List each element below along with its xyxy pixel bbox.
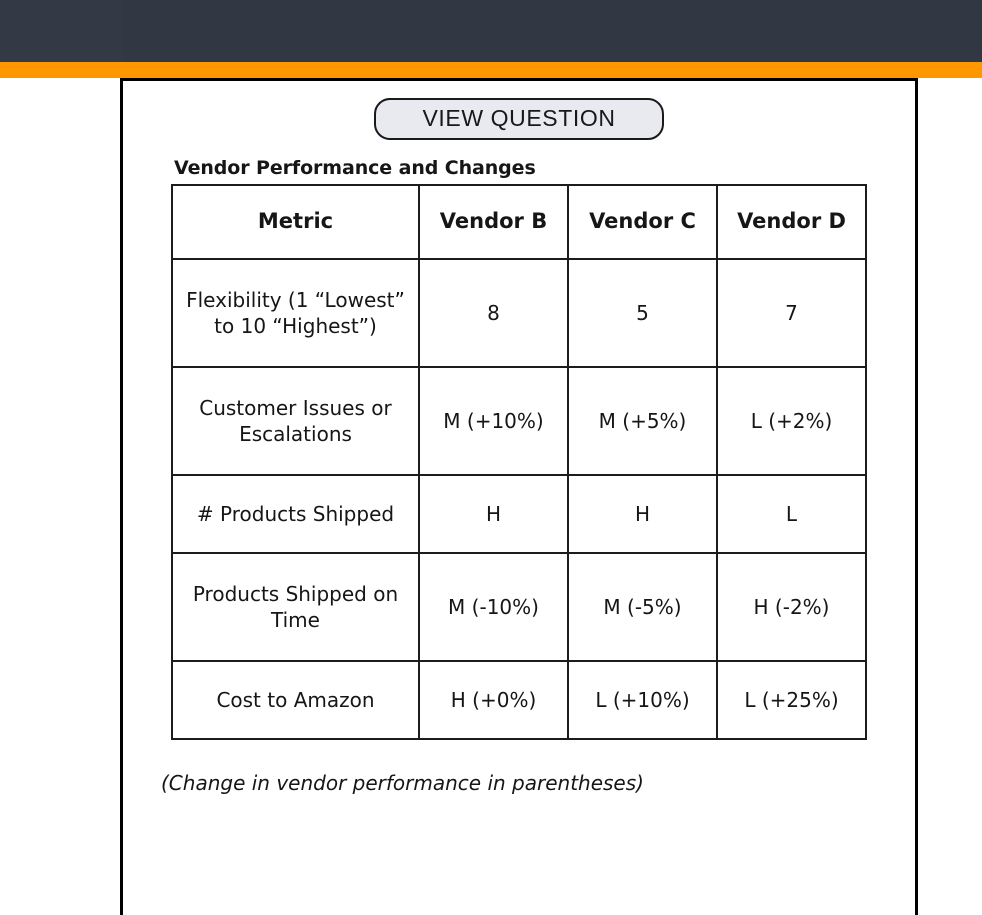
row-metric-label: # Products Shipped [171,474,420,554]
column-header-vendor-d-line2: D [828,209,846,234]
table-header-row: Metric Vendor B Vendor C Vendor D [171,184,867,260]
table-row: Cost to Amazon H (+0%) L (+10%) L (+25%) [171,660,867,740]
cell-value: L [750,409,762,433]
metric-line-2: Shipped [312,502,395,526]
column-header-vendor-c-line1: Vendor [589,209,674,234]
cell-vendor-b: M (+10%) [418,366,569,476]
cell-change: (-5%) [627,595,682,619]
cell-change: (-10%) [471,595,539,619]
column-header-vendor-b-line2: B [531,209,548,234]
metric-line-2: Shipped on [285,582,399,606]
cell-value: L [595,688,607,712]
cell-value: L [785,502,798,526]
cell-change: (+10%) [612,688,690,712]
table-caption: Vendor Performance and Changes [174,157,536,179]
metric-line-1: # Products [196,502,307,526]
cell-vendor-c: 5 [567,258,718,368]
top-navigation-bar [0,0,982,62]
metric-line-2: Amazon [293,688,375,712]
metric-line-3: Time [271,608,320,632]
cell-vendor-d: 7 [716,258,867,368]
cell-value: M [448,595,466,619]
cell-vendor-d: H (-2%) [716,552,867,662]
top-bar-left-segment [0,0,123,62]
cell-value: H [450,688,466,712]
column-header-metric: Metric [171,184,420,260]
cell-vendor-c: M (+5%) [567,366,718,476]
metric-line-3: 10 “Highest”) [240,314,377,338]
metric-line-3: Escalations [239,422,352,446]
cell-change: (+0%) [472,688,537,712]
table-row: Flexibility (1 “Lowest” to 10 “Highest”)… [171,258,867,368]
cell-vendor-b: 8 [418,258,569,368]
orange-accent-bar [0,62,982,78]
table-footnote: (Change in vendor performance in parenth… [161,771,644,795]
column-header-vendor-b: Vendor B [418,184,569,260]
vendor-performance-table: Metric Vendor B Vendor C Vendor D Flexib… [171,184,867,740]
metric-line-1: Customer [199,396,297,420]
cell-vendor-b: M (-10%) [418,552,569,662]
cell-vendor-d: L [716,474,867,554]
cell-change: (+2%) [768,409,833,433]
cell-value: 7 [785,301,798,325]
row-metric-label: Customer Issues or Escalations [171,366,420,476]
cell-change: (-2%) [774,595,830,619]
cell-vendor-b: H (+0%) [418,660,569,740]
column-header-metric-line1: Metric [257,209,334,234]
cell-vendor-b: H [418,474,569,554]
metric-line-1: Flexibility [186,288,282,312]
column-header-vendor-c-line2: C [680,209,696,234]
cell-value: M [598,409,616,433]
view-question-container: VIEW QUESTION [123,98,915,141]
cell-value: H [634,502,651,526]
content-panel: VIEW QUESTION Vendor Performance and Cha… [120,78,918,915]
metric-line-1: Products [192,582,280,606]
row-metric-label: Flexibility (1 “Lowest” to 10 “Highest”) [171,258,420,368]
cell-value: M [603,595,621,619]
cell-vendor-d: L (+2%) [716,366,867,476]
cell-vendor-c: H [567,474,718,554]
metric-line-2: Issues or [302,396,392,420]
cell-value: H [753,595,769,619]
table-row: Customer Issues or Escalations M (+10%) … [171,366,867,476]
row-metric-label: Products Shipped on Time [171,552,420,662]
column-header-vendor-d: Vendor D [716,184,867,260]
cell-value: 8 [487,301,500,325]
cell-vendor-d: L (+25%) [716,660,867,740]
cell-change: (+10%) [466,409,544,433]
view-question-button[interactable]: VIEW QUESTION [374,98,664,141]
column-header-vendor-d-line1: Vendor [737,209,822,234]
cell-vendor-c: M (-5%) [567,552,718,662]
row-metric-label: Cost to Amazon [171,660,420,740]
cell-value: 5 [636,301,649,325]
cell-value: M [443,409,461,433]
cell-value: H [485,502,502,526]
cell-value: L [744,688,756,712]
metric-line-1: Cost to [216,688,288,712]
table-row: # Products Shipped H H L [171,474,867,554]
cell-change: (+5%) [622,409,687,433]
cell-vendor-c: L (+10%) [567,660,718,740]
table-row: Products Shipped on Time M (-10%) M (-5%… [171,552,867,662]
cell-change: (+25%) [761,688,839,712]
column-header-vendor-c: Vendor C [567,184,718,260]
column-header-vendor-b-line1: Vendor [439,209,524,234]
